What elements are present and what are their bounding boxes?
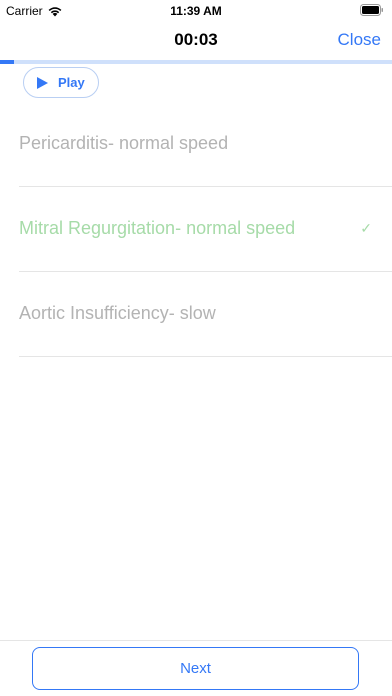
answer-option-mitral-regurgitation[interactable]: Mitral Regurgitation- normal speed ✓ [0,187,392,272]
answer-option-aortic-insufficiency[interactable]: Aortic Insufficiency- slow [0,272,392,357]
answer-option-pericarditis[interactable]: Pericarditis- normal speed [0,102,392,187]
next-button[interactable]: Next [32,647,359,690]
footer-divider [0,640,392,641]
play-button[interactable]: Play [23,67,99,98]
answer-option-label: Aortic Insufficiency- slow [19,303,216,323]
navigation-bar: 00:03 Close [0,22,392,60]
battery-icon [360,4,383,16]
close-button[interactable]: Close [338,30,381,50]
status-bar: Carrier 11:39 AM [0,0,392,22]
play-icon [37,76,48,89]
answer-option-label: Mitral Regurgitation- normal speed [19,218,296,238]
progress-bar [0,60,392,64]
progress-fill [0,60,14,64]
answer-option-label: Pericarditis- normal speed [19,133,229,153]
play-label: Play [58,75,85,90]
divider [19,356,392,357]
status-time: 11:39 AM [170,4,222,18]
checkmark-icon: ✓ [360,220,372,236]
answer-options-list: Pericarditis- normal speed Mitral Regurg… [0,102,392,357]
elapsed-timer: 00:03 [174,30,218,49]
